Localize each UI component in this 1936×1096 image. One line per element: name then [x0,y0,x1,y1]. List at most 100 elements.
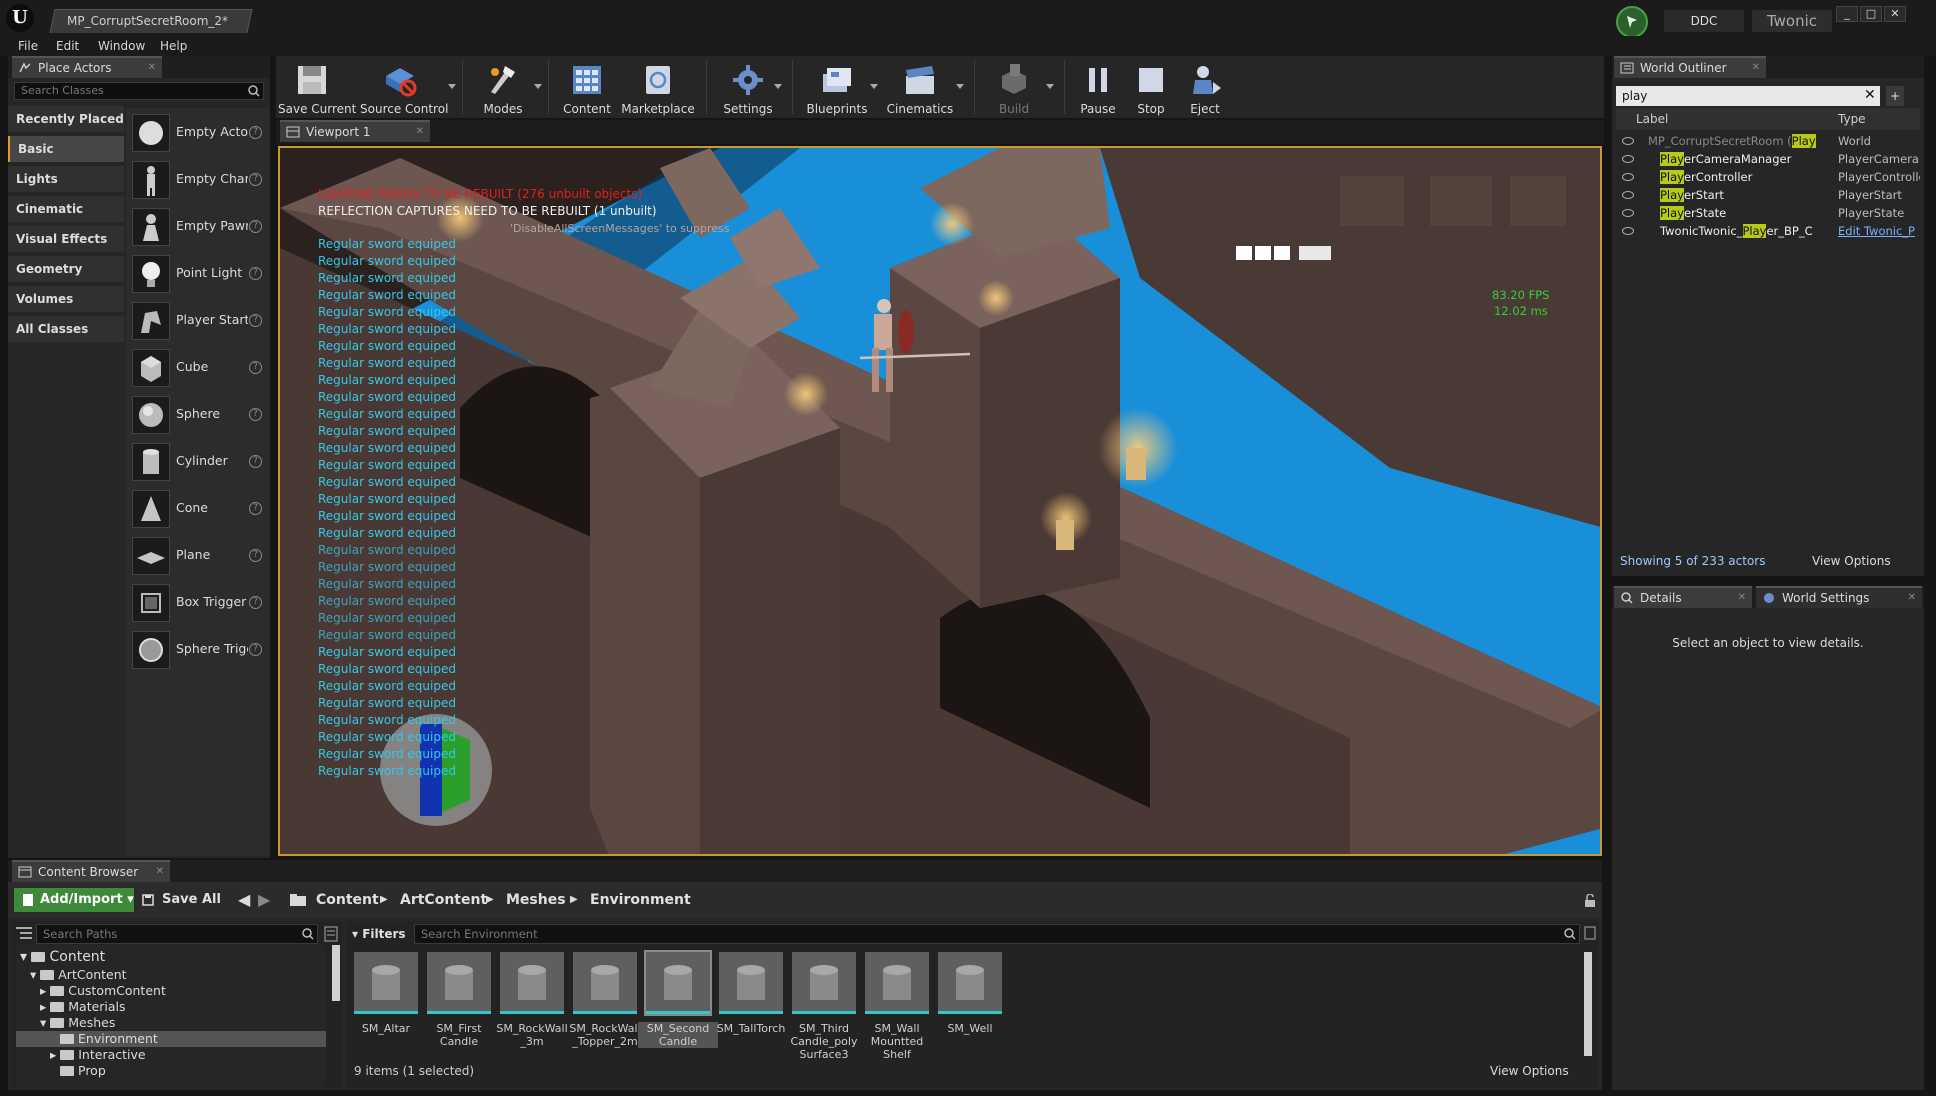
actor-item-sphere-trigger[interactable]: Sphere Trigger? [126,627,270,673]
save-search-icon[interactable] [1584,926,1596,940]
help-icon[interactable]: ? [249,361,262,374]
visibility-eye-icon[interactable] [1622,137,1634,145]
category-visual-effects[interactable]: Visual Effects [8,226,124,252]
category-lights[interactable]: Lights [8,166,124,192]
actor-item-empty-pawn[interactable]: Empty Pawn? [126,204,270,250]
visibility-eye-icon[interactable] [1622,191,1634,199]
tree-item-prop[interactable]: Prop [60,1063,106,1079]
cinematics-button[interactable]: Cinematics [884,56,956,118]
visibility-eye-icon[interactable] [1622,155,1634,163]
asset-tile[interactable]: SM_Altar [354,952,418,1052]
content-browser-tab[interactable]: Content Browser ✕ [12,860,170,882]
category-volumes[interactable]: Volumes [8,286,124,312]
asset-scrollbar[interactable] [1584,952,1592,1056]
actor-item-cube[interactable]: Cube? [126,345,270,391]
help-icon[interactable]: ? [249,549,262,562]
help-icon[interactable]: ? [249,314,262,327]
visibility-eye-icon[interactable] [1622,227,1634,235]
tab-close-icon[interactable]: ✕ [1908,588,1916,608]
filters-button[interactable]: ▾ Filters [352,924,408,944]
visibility-eye-icon[interactable] [1622,173,1634,181]
blueprints-button[interactable]: Blueprints [800,56,874,118]
asset-tile[interactable]: SM_Well [938,952,1002,1052]
visibility-eye-icon[interactable] [1622,209,1634,217]
world-settings-tab[interactable]: World Settings ✕ [1756,586,1922,608]
menu-help[interactable]: Help [160,36,187,56]
actor-type[interactable]: Edit Twonic_P [1838,222,1915,240]
help-icon[interactable]: ? [249,455,262,468]
back-arrow-icon[interactable]: ◀ [238,890,250,909]
search-assets-input[interactable]: Search Environment [414,924,1580,944]
tab-close-icon[interactable]: ✕ [148,58,156,78]
help-icon[interactable]: ? [249,643,262,656]
actor-item-cylinder[interactable]: Cylinder? [126,439,270,485]
asset-tile[interactable]: SM_RockWall _Topper_2m [569,952,641,1052]
save-all-button[interactable]: Save All [142,888,221,912]
asset-tile[interactable]: SM_TallTorch [717,952,785,1052]
game-viewport[interactable]: LIGHTING NEEDS TO BE REBUILT (276 unbuil… [278,146,1602,856]
tree-item-environment[interactable]: Environment [16,1031,326,1047]
source-control-dropdown-icon[interactable] [448,84,456,89]
sources-toggle-icon[interactable] [16,926,32,940]
actor-item-empty-actor[interactable]: Empty Actor? [126,110,270,156]
column-label[interactable]: Label [1636,108,1668,130]
category-geometry[interactable]: Geometry [8,256,124,282]
help-icon[interactable]: ? [249,220,262,233]
actor-item-cone[interactable]: Cone? [126,486,270,532]
outliner-row[interactable]: PlayerState PlayerState [1616,204,1920,222]
tab-close-icon[interactable]: ✕ [1752,58,1760,78]
actor-item-sphere[interactable]: Sphere? [126,392,270,438]
actor-item-plane[interactable]: Plane? [126,533,270,579]
actor-item-player-start[interactable]: Player Start? [126,298,270,344]
help-icon[interactable]: ? [249,126,262,139]
help-icon[interactable]: ? [249,502,262,515]
tab-close-icon[interactable]: ✕ [416,122,424,142]
minimize-icon[interactable]: _ [1836,6,1858,22]
stop-button[interactable]: Stop [1126,56,1176,118]
assets-view-options[interactable]: View Options [1490,1064,1569,1078]
asset-tile[interactable]: SM_Third Candle_poly Surface3 [791,952,857,1061]
outliner-row[interactable]: PlayerCameraManager PlayerCameraM [1616,150,1920,168]
actor-item-box-trigger[interactable]: Box Trigger? [126,580,270,626]
eject-button[interactable]: Eject [1180,56,1230,118]
asset-tile[interactable]: SM_RockWall _3m [496,952,568,1052]
add-import-button[interactable]: Add/Import ▾ [14,888,134,912]
tree-item-meshes[interactable]: ▾ Meshes [40,1015,115,1031]
breadcrumb-content[interactable]: Content [316,882,379,918]
add-filter-icon[interactable]: + [1886,86,1904,106]
help-icon[interactable]: ? [249,408,262,421]
world-outliner-tab[interactable]: World Outliner ✕ [1614,56,1766,78]
pause-button[interactable]: Pause [1072,56,1124,118]
help-icon[interactable]: ? [249,596,262,609]
maximize-icon[interactable]: □ [1860,6,1882,22]
tree-item-materials[interactable]: ▸ Materials [40,999,126,1015]
search-paths-input[interactable]: Search Paths [36,924,318,944]
tab-close-icon[interactable]: ✕ [1738,588,1746,608]
marketplace-button[interactable]: Marketplace [620,56,696,118]
help-icon[interactable]: ? [249,173,262,186]
asset-tile[interactable]: SM_Wall Mountted Shelf [865,952,929,1061]
tree-scrollbar[interactable] [332,945,340,1001]
category-all-classes[interactable]: All Classes [8,316,124,342]
outliner-row[interactable]: TwonicTwonic_Player_BP_C Edit Twonic_P [1616,222,1920,240]
source-control-button[interactable]: Source Control [360,56,448,118]
outliner-view-options[interactable]: View Options [1812,554,1891,568]
tree-item-content[interactable]: ▾ Content [20,949,105,965]
tree-item-artcontent[interactable]: ▾ ArtContent [30,967,127,983]
tree-item-interactive[interactable]: ▸ Interactive [50,1047,146,1063]
asset-tile[interactable]: SM_Second Candle [638,950,718,1052]
viewport-tab[interactable]: Viewport 1 ✕ [280,120,430,142]
help-icon[interactable]: ? [249,267,262,280]
breadcrumb-artcontent[interactable]: ArtContent [400,882,487,918]
folder-icon[interactable] [290,894,306,906]
search-classes-input[interactable]: Search Classes [14,82,264,100]
cinematics-dropdown-icon[interactable] [956,84,964,89]
breadcrumb-environment[interactable]: Environment [590,882,691,918]
actor-item-point-light[interactable]: Point Light? [126,251,270,297]
column-type[interactable]: Type [1838,108,1866,130]
category-recently-placed[interactable]: Recently Placed [8,106,124,132]
settings-button[interactable]: Settings [716,56,780,118]
asset-tile[interactable]: SM_First Candle [427,952,491,1052]
forward-arrow-icon[interactable]: ▶ [258,890,270,909]
breadcrumb-meshes[interactable]: Meshes [506,882,566,918]
